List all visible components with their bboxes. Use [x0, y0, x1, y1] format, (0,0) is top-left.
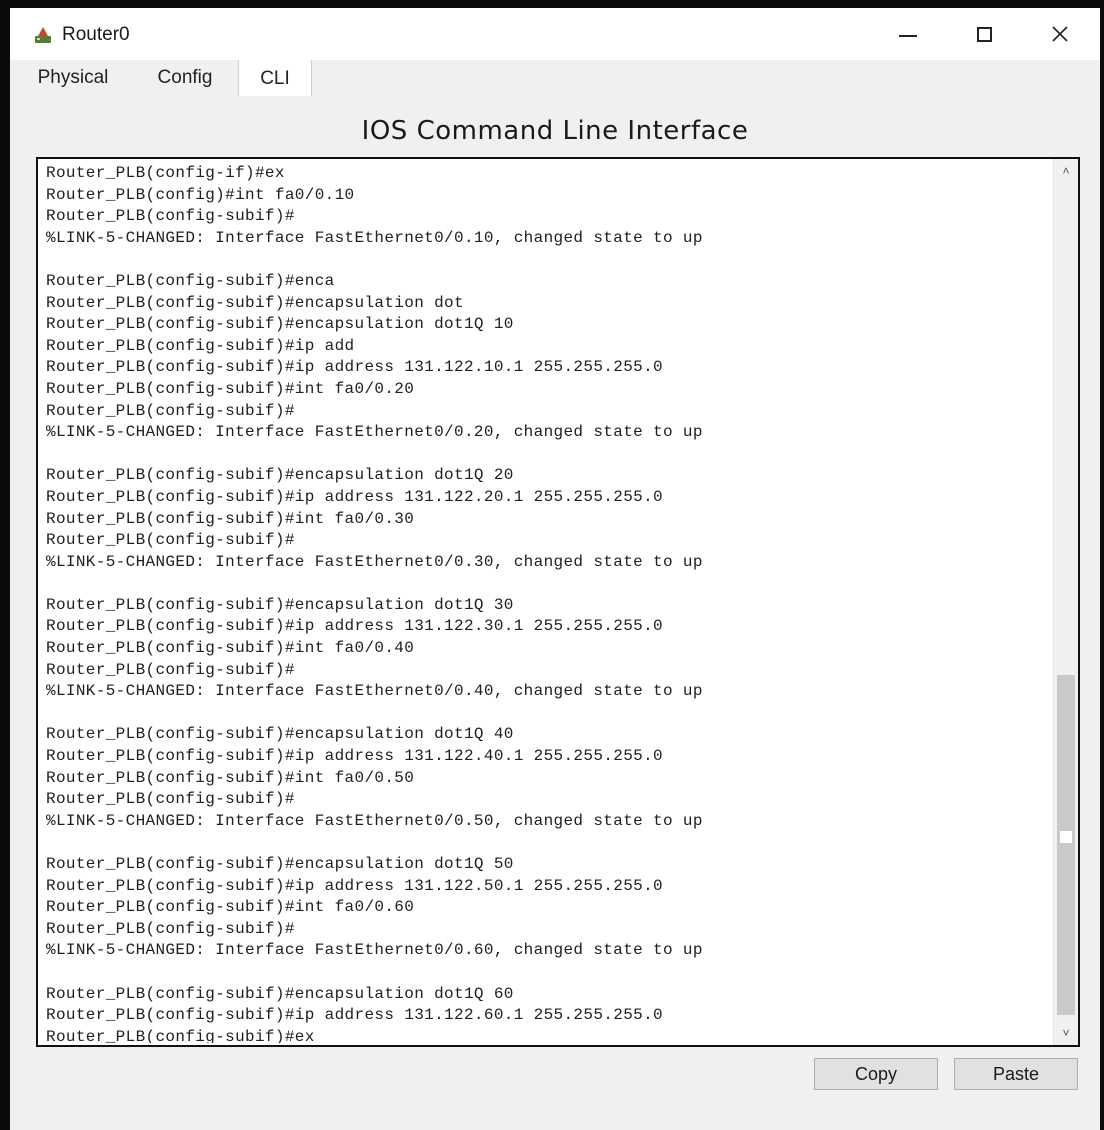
terminal-line: Router_PLB(config-subif)#encapsulation d…: [46, 855, 514, 873]
terminal-line: Router_PLB(config-subif)#int fa0/0.40: [46, 639, 415, 658]
terminal-line: Router_PLB(config-subif)#: [46, 660, 295, 679]
router-window: Router0 Physical Config CLI IOS Command …: [0, 0, 1104, 1130]
terminal-line: Router_PLB(config-subif)#enca: [46, 271, 335, 290]
router-icon: [35, 27, 51, 43]
terminal-line: Router_PLB(config-subif)#encapsulation d…: [46, 293, 464, 312]
cli-heading: IOS Command Line Interface: [361, 116, 749, 146]
tab-cli[interactable]: CLI: [238, 60, 312, 97]
terminal-line: Router_PLB(config-subif)#ex: [46, 1027, 315, 1043]
terminal-line: %LINK-5-CHANGED: Interface FastEthernet0…: [46, 682, 703, 701]
close-icon: [1052, 26, 1068, 42]
terminal-line: Router_PLB(config-subif)#encapsulation d…: [46, 595, 514, 614]
terminal-line: Router_PLB(config-subif)#encapsulation d…: [46, 315, 514, 334]
terminal-line: Router_PLB(config-subif)#int fa0/0.50: [46, 768, 415, 787]
minimize-button[interactable]: [868, 8, 948, 60]
terminal-line: Router_PLB(config)#int fa0/0.10: [46, 185, 355, 204]
title-bar: Router0: [10, 8, 1100, 60]
terminal-line: Router_PLB(config-subif)#ip address 131.…: [46, 617, 663, 636]
terminal-line: Router_PLB(config-subif)#: [46, 207, 295, 226]
terminal-scrollbar[interactable]: ˄ ˅: [1053, 159, 1078, 1045]
terminal-output[interactable]: Router_PLB(config-if)#ex Router_PLB(confi…: [46, 163, 1046, 1043]
terminal-line: Router_PLB(config-subif)#int fa0/0.20: [46, 379, 415, 398]
terminal-line: Router_PLB(config-subif)#: [46, 401, 295, 420]
terminal-line: Router_PLB(config-subif)#ip address 131.…: [46, 747, 663, 766]
terminal-console[interactable]: Router_PLB(config-if)#ex Router_PLB(confi…: [36, 157, 1080, 1047]
terminal-line: Router_PLB(config-subif)#int fa0/0.30: [46, 509, 415, 528]
terminal-line: Router_PLB(config-subif)#ip address 131.…: [46, 876, 663, 895]
paste-button[interactable]: Paste: [954, 1058, 1078, 1090]
terminal-line: %LINK-5-CHANGED: Interface FastEthernet0…: [46, 552, 703, 571]
minimize-icon: [899, 35, 917, 37]
scroll-down-icon[interactable]: ˅: [1054, 1023, 1078, 1043]
maximize-button[interactable]: [944, 8, 1024, 60]
cli-panel: IOS Command Line Interface Router_PLB(co…: [10, 96, 1100, 1130]
scroll-thumb[interactable]: [1057, 675, 1075, 1015]
terminal-line: %LINK-5-CHANGED: Interface FastEthernet0…: [46, 228, 703, 247]
terminal-line: Router_PLB(config-subif)#int fa0/0.60: [46, 898, 415, 917]
terminal-line: Router_PLB(config-subif)#ip add: [46, 336, 355, 355]
terminal-line: Router_PLB(config-subif)#ip address 131.…: [46, 487, 663, 506]
terminal-line: %LINK-5-CHANGED: Interface FastEthernet0…: [46, 811, 703, 830]
terminal-line: Router_PLB(config-subif)#encapsulation d…: [46, 466, 514, 485]
close-button[interactable]: [1020, 8, 1100, 60]
terminal-line: Router_PLB(config-if)#ex: [46, 164, 285, 182]
copy-button[interactable]: Copy: [814, 1058, 938, 1090]
terminal-line: %LINK-5-CHANGED: Interface FastEthernet0…: [46, 941, 703, 960]
tab-config[interactable]: Config: [136, 60, 234, 96]
window-title: Router0: [62, 24, 130, 45]
tab-bar: Physical Config CLI: [10, 60, 1100, 97]
terminal-line: Router_PLB(config-subif)#: [46, 790, 295, 809]
scroll-up-icon[interactable]: ˄: [1054, 161, 1078, 181]
terminal-line: Router_PLB(config-subif)#ip address 131.…: [46, 1006, 663, 1025]
scroll-grip: [1060, 831, 1072, 843]
terminal-line: Router_PLB(config-subif)#encapsulation d…: [46, 984, 514, 1003]
maximize-icon: [976, 26, 992, 42]
terminal-line: Router_PLB(config-subif)#: [46, 919, 295, 938]
terminal-line: Router_PLB(config-subif)#encapsulation d…: [46, 725, 514, 744]
terminal-line: Router_PLB(config-subif)#: [46, 531, 295, 550]
tab-physical[interactable]: Physical: [18, 60, 128, 96]
terminal-line: Router_PLB(config-subif)#ip address 131.…: [46, 358, 663, 377]
terminal-line: %LINK-5-CHANGED: Interface FastEthernet0…: [46, 423, 703, 442]
